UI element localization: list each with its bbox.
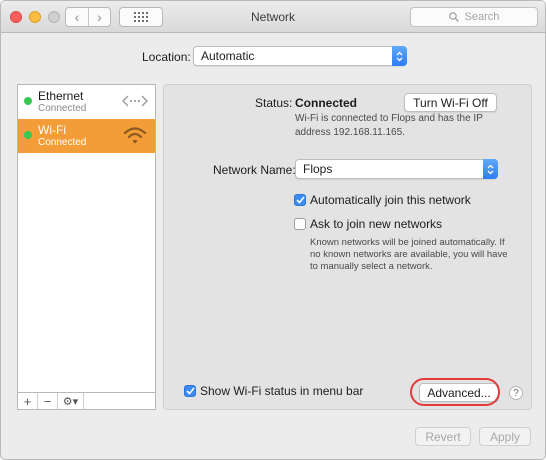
- search-field[interactable]: Search: [410, 7, 538, 27]
- help-button[interactable]: ?: [509, 386, 523, 400]
- search-icon: [448, 12, 459, 22]
- ask-join-description-line-2: no known networks are available, you wil…: [310, 249, 508, 260]
- network-preferences-window: ‹ › Network Search Location: Automatic E…: [0, 0, 546, 460]
- popup-chevrons-icon: [483, 159, 498, 179]
- status-description-line-2: address 192.168.11.165.: [295, 127, 405, 138]
- network-name-label: Network Name:: [213, 163, 296, 177]
- location-value: Automatic: [201, 49, 255, 63]
- advanced-annotation-highlight: [410, 378, 500, 406]
- auto-join-checkbox[interactable]: [294, 194, 306, 206]
- auto-join-label[interactable]: Automatically join this network: [310, 193, 471, 207]
- status-label: Status:: [255, 96, 293, 110]
- status-dot: [24, 131, 32, 139]
- network-name-value: Flops: [303, 162, 333, 176]
- ask-join-label[interactable]: Ask to join new networks: [310, 217, 442, 231]
- ask-join-description-line-3: to manually select a network.: [310, 261, 433, 272]
- service-name: Ethernet: [38, 89, 84, 103]
- location-popup[interactable]: Automatic: [193, 46, 407, 66]
- service-item-ethernet[interactable]: Ethernet Connected: [18, 85, 155, 119]
- checkmark-icon: [185, 387, 195, 395]
- show-wifi-status-label[interactable]: Show Wi-Fi status in menu bar: [200, 384, 363, 398]
- popup-chevrons-icon: [392, 46, 407, 66]
- service-item-wifi[interactable]: Wi-Fi Connected: [18, 119, 155, 153]
- remove-service-button[interactable]: −: [38, 393, 58, 409]
- service-list-toolbar: + − ⚙︎▾: [17, 392, 156, 410]
- service-status: Connected: [38, 137, 87, 148]
- wifi-icon: [123, 127, 147, 144]
- ask-join-description-line-1: Known networks will be joined automatica…: [310, 237, 505, 248]
- network-name-popup[interactable]: Flops: [295, 159, 498, 179]
- service-list: Ethernet Connected Wi-Fi Connected: [17, 84, 156, 393]
- service-status: Connected: [38, 103, 87, 114]
- status-description-line-1: Wi-Fi is connected to Flops and has the …: [295, 113, 483, 124]
- ethernet-icon: [122, 95, 148, 107]
- action-menu-button[interactable]: ⚙︎▾: [58, 393, 84, 409]
- search-placeholder: Search: [464, 11, 500, 23]
- revert-button[interactable]: Revert: [415, 427, 471, 446]
- status-dot: [24, 97, 32, 105]
- turn-wifi-off-button[interactable]: Turn Wi-Fi Off: [404, 93, 497, 112]
- status-value: Connected: [295, 96, 358, 110]
- apply-button[interactable]: Apply: [479, 427, 531, 446]
- show-wifi-status-checkbox[interactable]: [184, 385, 196, 397]
- title-bar: ‹ › Network Search: [1, 1, 545, 33]
- ask-join-checkbox[interactable]: [294, 218, 306, 230]
- service-name: Wi-Fi: [38, 123, 66, 137]
- checkmark-icon: [295, 196, 305, 204]
- location-label: Location:: [142, 50, 191, 64]
- add-service-button[interactable]: +: [18, 393, 38, 409]
